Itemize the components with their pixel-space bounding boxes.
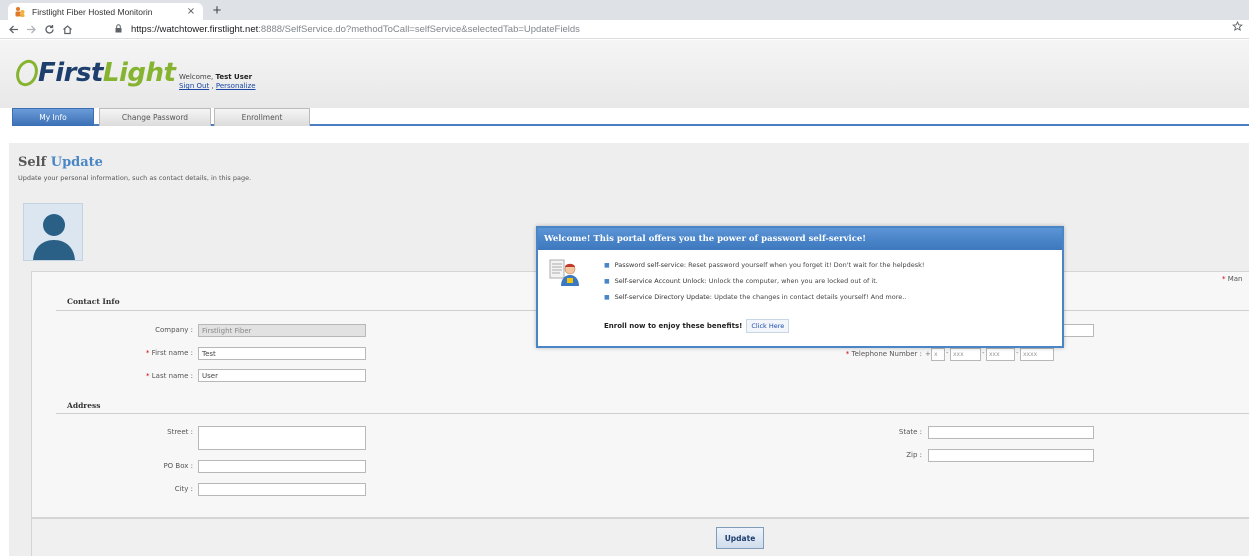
bullet-icon: ■ [604, 278, 610, 285]
enroll-text: Enroll now to enjoy these benefits! [604, 322, 743, 330]
street-label: Street : [167, 428, 193, 436]
update-button[interactable]: Update [716, 527, 764, 549]
first-name-label-text: First name : [149, 349, 193, 357]
browser-tab[interactable]: Firstlight Fiber Hosted Monitorin × [8, 3, 203, 20]
user-name: Test User [215, 73, 253, 81]
welcome-prefix: Welcome, [179, 73, 216, 81]
welcome-dialog: Welcome! This portal offers you the powe… [536, 226, 1064, 348]
phone-dash: - [982, 349, 985, 357]
home-icon[interactable] [58, 20, 76, 38]
last-name-field[interactable]: User [198, 369, 366, 382]
tab-enrollment[interactable]: Enrollment [214, 108, 310, 126]
app-tabs: My Info Change Password Enrollment [12, 108, 1249, 126]
state-field[interactable] [928, 426, 1094, 439]
zip-label: Zip : [906, 451, 922, 459]
link-separator: , [209, 82, 216, 90]
browser-tabstrip: Firstlight Fiber Hosted Monitorin × + [0, 0, 1249, 20]
favicon-icon [14, 6, 26, 18]
page-title-prefix: Self [18, 155, 47, 170]
browser-navbar: https://watchtower.firstlight.net:8888/S… [0, 20, 1249, 39]
new-tab-button[interactable]: + [208, 2, 226, 19]
phone-area-field[interactable]: xxx [950, 348, 981, 361]
address-divider [56, 413, 1249, 414]
back-icon[interactable] [4, 20, 22, 38]
phone-dash: - [1016, 349, 1019, 357]
self-service-icon [549, 259, 579, 286]
user-avatar-icon[interactable] [23, 203, 83, 261]
logo-text: FirstLight [38, 58, 176, 88]
benefit-title: Self-service Directory Update: [614, 293, 715, 301]
benefit-title: Self-service Account Unlock: [614, 277, 709, 285]
benefit-text: Update the changes in contact details yo… [714, 293, 907, 301]
browser-tab-title: Firstlight Fiber Hosted Monitorin [32, 6, 153, 17]
phone-prefix-field[interactable]: xxx [986, 348, 1015, 361]
street-field[interactable] [198, 426, 366, 450]
lock-icon [115, 24, 125, 35]
action-bar [31, 518, 1249, 556]
zip-field[interactable] [928, 449, 1094, 462]
page-title-accent: Update [50, 155, 103, 170]
phone-line-field[interactable]: xxxx [1020, 348, 1054, 361]
company-label: Company : [155, 326, 193, 334]
benefit-title: Password self-service: [614, 261, 689, 269]
po-box-label: PO Box : [163, 462, 193, 470]
personalize-link[interactable]: Personalize [216, 82, 256, 90]
mandatory-text: Man [1225, 275, 1243, 283]
last-name-label-text: Last name : [149, 372, 193, 380]
benefits-list: ■ Password self-service: Reset password y… [604, 261, 925, 309]
close-tab-icon[interactable]: × [185, 6, 197, 17]
welcome-block: Welcome, Test User Sign Out , Personaliz… [179, 73, 256, 91]
po-box-field[interactable] [198, 460, 366, 473]
bullet-icon: ■ [604, 262, 610, 269]
benefit-text: Reset password yourself when you forget … [688, 261, 925, 269]
page-title: Self Update [18, 155, 103, 170]
enroll-prompt: Enroll now to enjoy these benefits! Clic… [604, 319, 790, 333]
sign-out-link[interactable]: Sign Out [179, 82, 209, 90]
company-field[interactable]: Firstlight Fiber [198, 324, 366, 337]
url-host: https://watchtower.firstlight.net [131, 24, 259, 35]
firstlight-logo[interactable]: FirstLight [14, 58, 176, 88]
url-path: :8888/SelfService.do?methodToCall=selfSe… [258, 24, 580, 35]
contact-info-heading: Contact Info [67, 297, 120, 306]
benefit-text: Unlock the computer, when you are locked… [708, 277, 878, 285]
click-here-button[interactable]: Click Here [746, 319, 790, 333]
list-item: ■ Self-service Directory Update: Update t… [604, 293, 925, 309]
phone-dash: - [946, 349, 949, 357]
address-bar[interactable]: https://watchtower.firstlight.net:8888/S… [115, 21, 580, 38]
address-heading: Address [67, 401, 101, 410]
tab-change-password[interactable]: Change Password [99, 108, 211, 126]
logo-light: Light [102, 58, 176, 88]
phone-plus: + [925, 350, 931, 358]
first-name-field[interactable]: Test [198, 347, 366, 360]
bullet-icon: ■ [604, 294, 610, 301]
welcome-dialog-title: Welcome! This portal offers you the powe… [538, 228, 1062, 250]
mandatory-note: * Man [1222, 275, 1243, 283]
state-label: State : [898, 428, 922, 436]
tab-my-info[interactable]: My Info [12, 108, 94, 126]
telephone-label-text: Telephone Number : [849, 350, 923, 358]
first-name-label: * First name : [120, 349, 193, 357]
city-label: City : [174, 485, 193, 493]
telephone-label: * Telephone Number : [810, 350, 922, 358]
list-item: ■ Self-service Account Unlock: Unlock the… [604, 277, 925, 293]
last-name-label: * Last name : [120, 372, 193, 380]
list-item: ■ Password self-service: Reset password y… [604, 261, 925, 277]
logo-first: First [38, 58, 103, 88]
reload-icon[interactable] [40, 20, 58, 38]
logo-swoosh-icon [16, 59, 38, 87]
page-subtitle: Update your personal information, such a… [18, 174, 252, 182]
city-field[interactable] [198, 483, 366, 496]
forward-icon[interactable] [22, 20, 40, 38]
star-icon[interactable] [1232, 20, 1243, 35]
app-header: FirstLight Welcome, Test User Sign Out ,… [0, 40, 1249, 108]
phone-country-field[interactable]: x [931, 348, 945, 361]
